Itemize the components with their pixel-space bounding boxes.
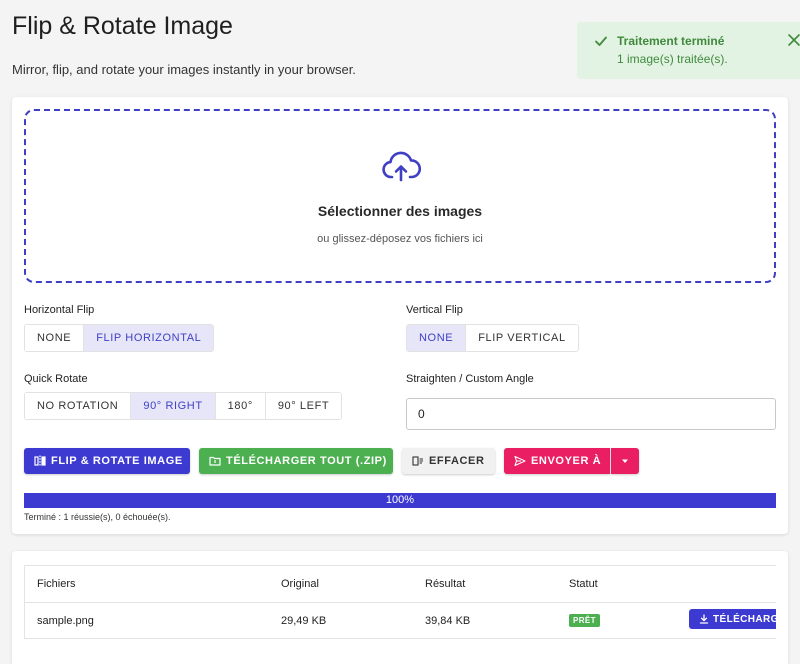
progress-label: 100%: [385, 494, 415, 506]
send-to-dropdown-button[interactable]: [611, 448, 639, 474]
quick-rotate-group: NO ROTATION 90° RIGHT 180° 90° LEFT: [24, 392, 343, 420]
option-180[interactable]: 180°: [215, 393, 266, 419]
dropzone-title: Sélectionner des images: [317, 203, 483, 219]
download-label: TÉLÉCHARGER: [713, 613, 776, 625]
option-none[interactable]: NONE: [25, 325, 85, 351]
header-files: Fichiers: [37, 578, 76, 590]
header-divider: [25, 602, 776, 603]
results-card: Fichiers Original Résultat Statut sample…: [12, 551, 788, 664]
cell-original: 29,49 KB: [281, 615, 327, 627]
horizontal-flip-label: Horizontal Flip: [24, 304, 95, 316]
page-subtitle: Mirror, flip, and rotate your images ins…: [12, 62, 356, 77]
download-zip-label: TÉLÉCHARGER TOUT (.ZIP): [226, 455, 387, 467]
download-icon: [699, 614, 709, 624]
vertical-flip-group: NONE FLIP VERTICAL: [406, 324, 579, 352]
custom-angle-input[interactable]: [406, 398, 776, 430]
send-to-button[interactable]: ENVOYER À: [504, 448, 610, 474]
cell-result: 39,84 KB: [425, 615, 471, 627]
dropzone[interactable]: Sélectionner des images ou glissez-dépos…: [24, 109, 776, 283]
option-flip-horizontal[interactable]: FLIP HORIZONTAL: [84, 325, 214, 351]
flip-icon: [34, 455, 46, 467]
clear-button[interactable]: EFFACER: [402, 448, 495, 474]
toast-title: Traitement terminé: [617, 34, 725, 48]
flip-rotate-button[interactable]: FLIP & ROTATE IMAGE: [24, 448, 190, 474]
cloud-upload-icon: [382, 151, 421, 182]
close-icon[interactable]: [787, 33, 800, 47]
quick-rotate-label: Quick Rotate: [24, 373, 88, 385]
folder-zip-icon: [209, 456, 221, 466]
dropzone-subtitle: ou glissez-déposez vos fichiers ici: [317, 233, 483, 245]
option-no-rotation[interactable]: NO ROTATION: [25, 393, 132, 419]
horizontal-flip-group: NONE FLIP HORIZONTAL: [24, 324, 215, 352]
send-to-label: ENVOYER À: [531, 455, 602, 467]
flip-rotate-label: FLIP & ROTATE IMAGE: [51, 455, 183, 467]
page-title: Flip & Rotate Image: [12, 12, 233, 40]
download-button[interactable]: TÉLÉCHARGER: [689, 609, 776, 629]
option-flip-vertical[interactable]: FLIP VERTICAL: [466, 325, 578, 351]
status-badge: PRÊT: [569, 614, 600, 627]
download-zip-button[interactable]: TÉLÉCHARGER TOUT (.ZIP): [199, 448, 393, 474]
caret-down-icon: [622, 459, 628, 463]
header-result: Résultat: [425, 578, 466, 590]
check-icon: [595, 36, 607, 46]
clear-icon: [412, 456, 423, 466]
header-status: Statut: [569, 578, 598, 590]
results-table: Fichiers Original Résultat Statut sample…: [24, 565, 776, 639]
progress-summary: Terminé : 1 réussie(s), 0 échouée(s).: [24, 512, 171, 522]
option-90-right[interactable]: 90° RIGHT: [131, 393, 216, 419]
clear-label: EFFACER: [429, 455, 485, 467]
toast-message: 1 image(s) traitée(s).: [617, 52, 728, 66]
settings-card: Sélectionner des images ou glissez-dépos…: [12, 97, 788, 534]
header-original: Original: [281, 578, 319, 590]
option-90-left[interactable]: 90° LEFT: [265, 393, 342, 419]
cell-file: sample.png: [37, 615, 94, 627]
success-toast: Traitement terminé 1 image(s) traitée(s)…: [577, 22, 800, 79]
custom-angle-label: Straighten / Custom Angle: [406, 373, 534, 385]
vertical-flip-label: Vertical Flip: [406, 304, 463, 316]
send-icon: [514, 455, 526, 467]
progress-bar: 100%: [24, 493, 776, 508]
option-none[interactable]: NONE: [407, 325, 467, 351]
